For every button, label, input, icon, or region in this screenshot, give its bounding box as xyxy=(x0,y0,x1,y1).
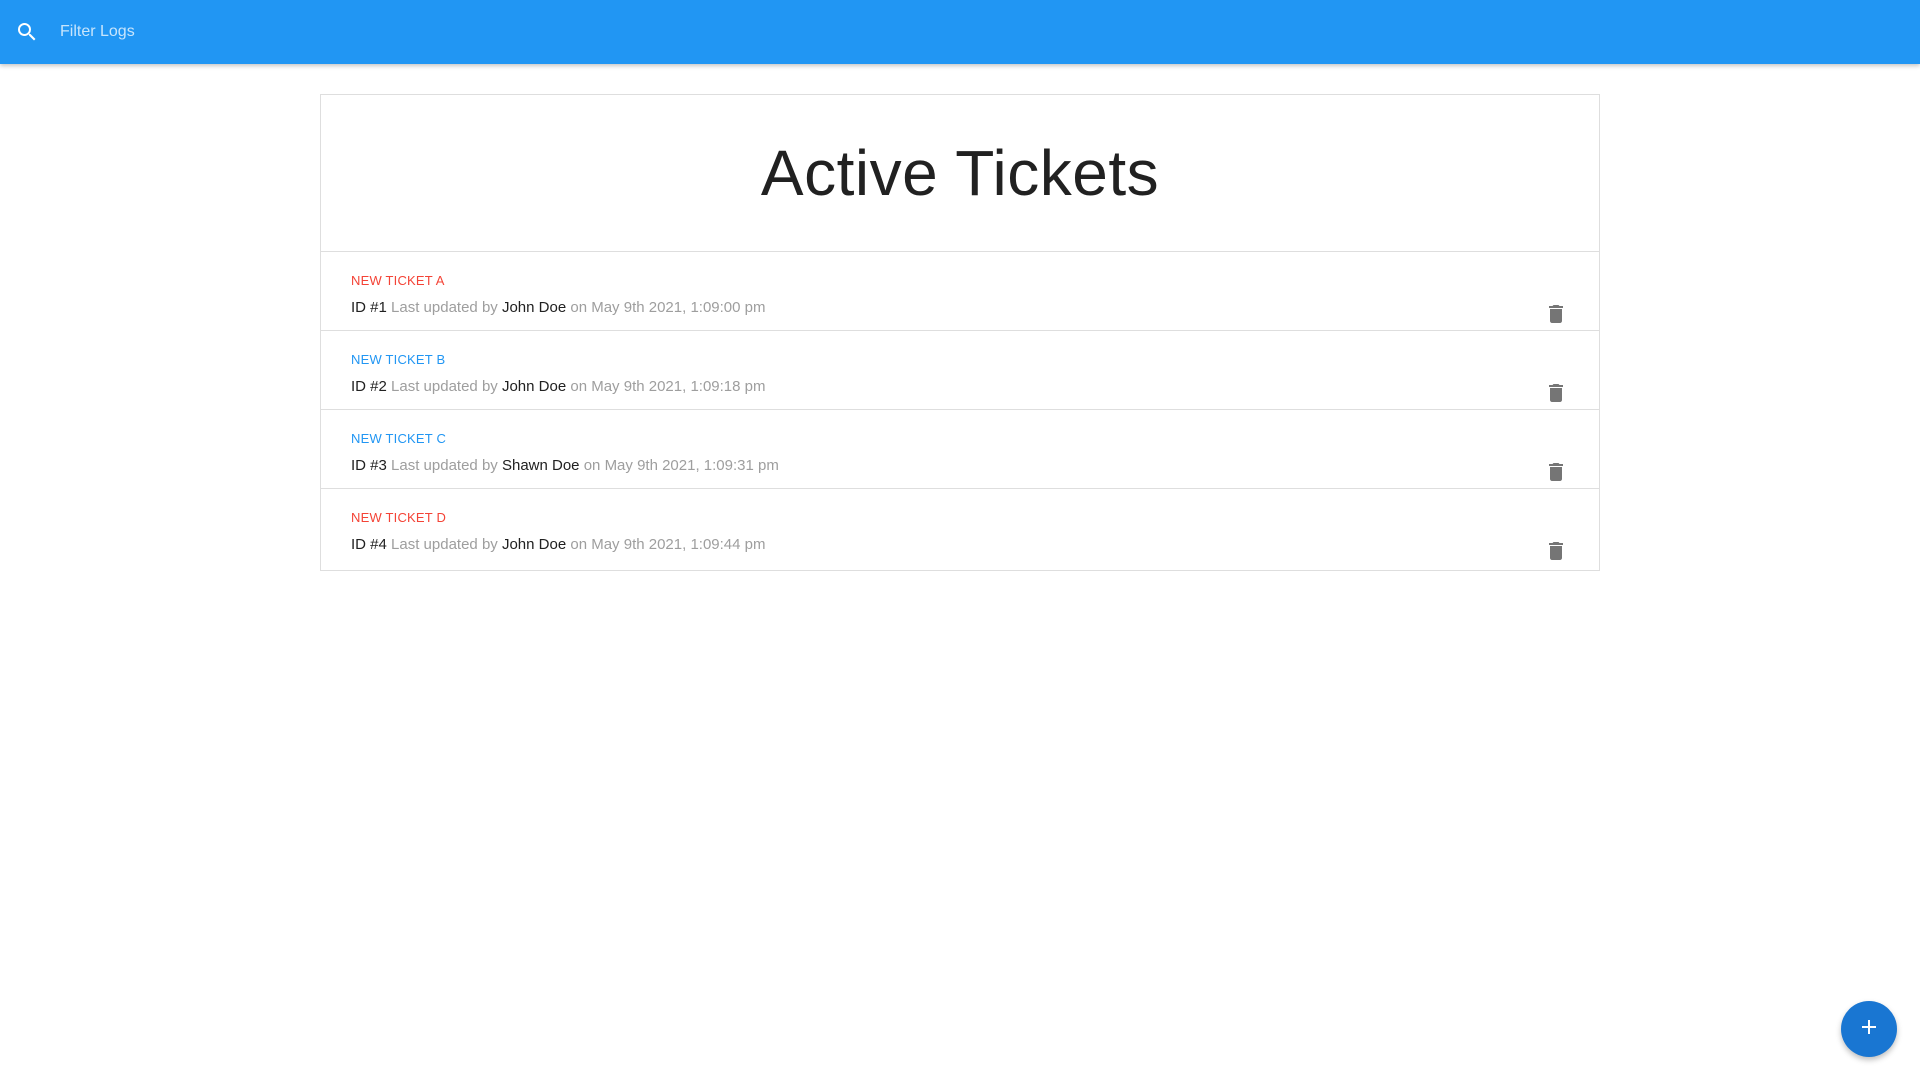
ticket-meta: ID #4 Last updated by John Doe on May 9t… xyxy=(351,536,766,553)
ticket-user: John Doe xyxy=(501,299,567,316)
delete-icon[interactable] xyxy=(1549,463,1563,481)
updated-label: Last updated by xyxy=(391,536,498,553)
ticket-row[interactable]: NEW TICKET D ID #4 Last updated by John … xyxy=(321,489,1599,568)
ticket-meta: ID #3 Last updated by Shawn Doe on May 9… xyxy=(351,457,779,474)
ticket-row[interactable]: NEW TICKET A ID #1 Last updated by John … xyxy=(321,252,1599,331)
delete-icon[interactable] xyxy=(1549,384,1563,402)
delete-icon[interactable] xyxy=(1549,305,1563,323)
on-label: on xyxy=(570,378,588,395)
ticket-user: John Doe xyxy=(501,378,567,395)
ticket-user: Shawn Doe xyxy=(501,457,580,474)
ticket-timestamp: May 9th 2021, 1:09:44 pm xyxy=(591,536,766,553)
ticket-meta: ID #1 Last updated by John Doe on May 9t… xyxy=(351,299,766,316)
ticket-timestamp: May 9th 2021, 1:09:31 pm xyxy=(604,457,779,474)
search-icon[interactable] xyxy=(15,20,39,44)
ticket-id: ID #4 xyxy=(351,536,387,553)
ticket-name[interactable]: NEW TICKET D xyxy=(351,510,446,525)
ticket-name[interactable]: NEW TICKET C xyxy=(351,431,446,446)
on-label: on xyxy=(570,299,588,316)
ticket-row[interactable]: NEW TICKET B ID #2 Last updated by John … xyxy=(321,331,1599,410)
ticket-id: ID #1 xyxy=(351,299,387,316)
ticket-user: John Doe xyxy=(501,536,567,553)
ticket-name[interactable]: NEW TICKET B xyxy=(351,352,445,367)
active-tickets-card: Active Tickets NEW TICKET A ID #1 Last u… xyxy=(320,94,1600,571)
plus-icon xyxy=(1861,1019,1877,1040)
ticket-id: ID #2 xyxy=(351,378,387,395)
ticket-meta: ID #2 Last updated by John Doe on May 9t… xyxy=(351,378,766,395)
ticket-row[interactable]: NEW TICKET C ID #3 Last updated by Shawn… xyxy=(321,410,1599,489)
page-title: Active Tickets xyxy=(760,137,1160,209)
delete-icon[interactable] xyxy=(1549,542,1563,560)
app-bar xyxy=(0,0,1920,64)
updated-label: Last updated by xyxy=(391,299,498,316)
on-label: on xyxy=(570,536,588,553)
filter-logs-input[interactable] xyxy=(60,16,660,48)
ticket-name[interactable]: NEW TICKET A xyxy=(351,273,445,288)
add-ticket-button[interactable] xyxy=(1841,1001,1897,1057)
on-label: on xyxy=(583,457,601,474)
updated-label: Last updated by xyxy=(391,457,498,474)
ticket-timestamp: May 9th 2021, 1:09:18 pm xyxy=(591,378,766,395)
card-header: Active Tickets xyxy=(321,95,1599,252)
ticket-timestamp: May 9th 2021, 1:09:00 pm xyxy=(591,299,766,316)
ticket-id: ID #3 xyxy=(351,457,387,474)
updated-label: Last updated by xyxy=(391,378,498,395)
